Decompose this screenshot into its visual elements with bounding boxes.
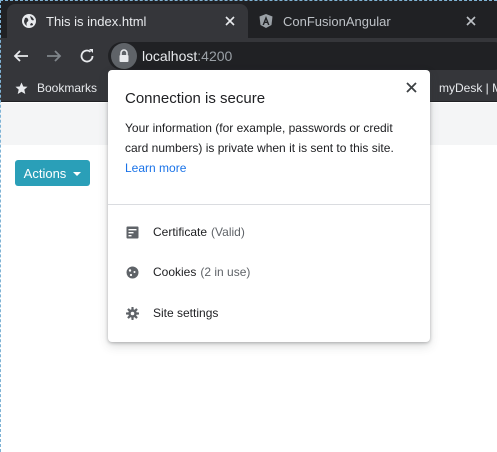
popup-description-text: Your information (for example, passwords… [125, 121, 394, 155]
cookies-label: Cookies [153, 265, 197, 279]
actions-label: Actions [23, 165, 67, 181]
bookmark-mydesk-label: myDesk | M [439, 81, 497, 95]
angular-icon [258, 13, 274, 29]
bookmarks-menu[interactable]: Bookmarks [15, 74, 97, 102]
back-button[interactable] [9, 44, 33, 68]
site-info-popup: Connection is secure Your information (f… [108, 70, 430, 342]
star-icon [15, 82, 28, 95]
gear-icon [125, 306, 139, 320]
bookmark-mydesk[interactable]: myDesk | M [439, 74, 497, 102]
tab-index-html[interactable]: This is index.html [7, 4, 248, 38]
forward-button[interactable] [42, 44, 66, 68]
site-settings-row[interactable]: Site settings [108, 295, 430, 331]
page-border-top [0, 0, 497, 1]
actions-dropdown-button[interactable]: Actions [15, 160, 90, 186]
certificate-status: (Valid) [211, 225, 245, 239]
reload-icon [80, 49, 94, 63]
cookies-count: (2 in use) [200, 265, 251, 279]
certificate-row[interactable]: Certificate (Valid) [108, 214, 430, 250]
site-info-button[interactable] [111, 43, 137, 69]
tab-title: This is index.html [46, 13, 147, 29]
page-border-left [0, 0, 1, 452]
cookies-row[interactable]: Cookies (2 in use) [108, 254, 430, 290]
tab-confusion-angular[interactable]: ConFusionAngular [250, 4, 497, 38]
popup-divider [108, 204, 430, 205]
popup-description: Your information (for example, passwords… [125, 118, 415, 178]
globe-icon [21, 13, 37, 29]
learn-more-link[interactable]: Learn more [125, 158, 415, 178]
reload-button[interactable] [75, 44, 99, 68]
certificate-icon [125, 225, 139, 239]
caret-down-icon [73, 171, 82, 176]
certificate-label: Certificate [153, 225, 208, 239]
cookie-icon [125, 265, 139, 279]
lock-icon [119, 49, 129, 62]
close-tab-icon[interactable] [222, 13, 238, 29]
forward-arrow-icon [47, 50, 62, 62]
tab-title: ConFusionAngular [283, 13, 391, 29]
bookmarks-label: Bookmarks [37, 81, 98, 95]
close-icon [405, 81, 417, 93]
url-text: localhost:4200 [142, 48, 233, 64]
tab-strip: This is index.html ConFusionAngular [0, 0, 497, 38]
site-settings-label: Site settings [153, 306, 219, 320]
browser-window: This is index.html ConFusionAngular loca… [0, 0, 497, 452]
close-tab-icon[interactable] [463, 13, 479, 29]
address-bar[interactable]: localhost:4200 [108, 42, 497, 70]
toolbar: localhost:4200 [0, 38, 497, 74]
close-popup-button[interactable] [402, 78, 420, 96]
popup-title: Connection is secure [125, 90, 266, 107]
back-arrow-icon [13, 50, 28, 62]
